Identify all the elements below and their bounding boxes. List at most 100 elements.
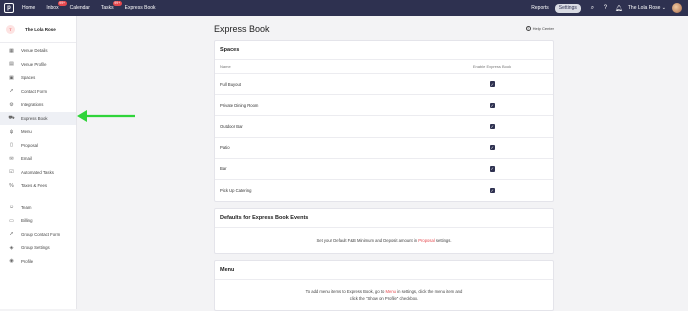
sidebar-item-venue-details[interactable]: ▦ Venue Details <box>0 44 76 58</box>
enable-express-book-checkbox[interactable]: ✓ <box>489 123 495 130</box>
team-icon: ☺ <box>8 204 15 211</box>
sidebar-item-menu[interactable]: ψ Menu <box>0 125 76 139</box>
nav-calendar[interactable]: Calendar <box>70 5 90 11</box>
nav-express-book[interactable]: Express Book <box>125 5 156 11</box>
topbar-right: Reports Settings ⌕ ? 🔔︎ The Lola Rose ⌄ <box>531 0 682 16</box>
table-row: Bar ✓ <box>215 159 553 180</box>
space-name: Pick Up Catering <box>220 188 252 194</box>
enable-express-book-checkbox[interactable]: ✓ <box>489 166 495 172</box>
percent-icon: % <box>9 182 14 189</box>
menu-card-text: To add menu items to Express Book, go to… <box>215 280 553 310</box>
checklist-icon: ☑ <box>9 169 14 176</box>
sidebar-item-label: Email <box>21 156 32 162</box>
menu-settings-link[interactable]: Menu <box>386 289 396 294</box>
spaces-table-header: Name Enable Express Book <box>215 60 553 74</box>
search-icon[interactable]: ⌕ <box>589 5 596 12</box>
page-title: Express Book <box>214 24 270 34</box>
venue-switcher[interactable]: The Lola Rose ⌄ <box>628 5 666 11</box>
table-row: Patio ✓ <box>215 138 553 159</box>
nav-label: Inbox <box>46 5 59 11</box>
nav-inbox[interactable]: Inbox 99+ <box>46 1 67 11</box>
main-nav: Home Inbox 99+ Calendar Tasks 99+ Express … <box>22 1 167 11</box>
space-name: Private Dining Room <box>220 102 259 108</box>
profile-card-icon: ▤ <box>9 61 14 68</box>
cart-icon: ⛟ <box>8 114 15 121</box>
help-center-link[interactable]: ? Help Center <box>525 26 554 31</box>
defaults-card: Defaults for Express Book Events Set you… <box>214 208 554 255</box>
envelope-icon: ✉ <box>9 155 14 162</box>
gear-icon: ⚙ <box>9 101 14 108</box>
sidebar-item-email[interactable]: ✉ Email <box>0 152 76 166</box>
sidebar-item-label: Menu <box>21 129 32 135</box>
enable-express-book-checkbox[interactable]: ✓ <box>489 144 495 151</box>
sidebar-item-profile[interactable]: ◉ Profile <box>0 255 76 269</box>
sidebar-item-integrations[interactable]: ⚙ Integrations <box>0 98 76 112</box>
nav-label: Home <box>22 5 36 11</box>
app-logo-icon[interactable]: p <box>4 3 14 13</box>
sidebar-list: ▦ Venue Details ▤ Venue Profile ▣ Spaces ➚ Cont… <box>0 44 76 193</box>
help-center-label: Help Center <box>532 26 554 31</box>
venue-header: T The Lola Rose <box>0 16 76 43</box>
spaces-card-title: Spaces <box>215 41 553 60</box>
enable-express-book-checkbox[interactable]: ✓ <box>489 81 495 87</box>
enable-express-book-checkbox[interactable]: ✓ <box>489 102 495 109</box>
sidebar-item-label: Team <box>21 204 32 210</box>
notification-bell-icon[interactable]: 🔔︎ <box>615 5 623 12</box>
layers-icon: ◈ <box>9 244 14 251</box>
table-row: Full Buyout ✓ <box>215 74 553 96</box>
sidebar-item-label: Group Contact Form <box>21 231 61 237</box>
cursor-icon: ➚ <box>9 231 14 238</box>
spaces-card: Spaces Name Enable Express Book Full Buy… <box>214 40 554 203</box>
defaults-card-text: Set your Default F&B Minimum and Deposit… <box>215 228 553 253</box>
defaults-text-after: settings. <box>434 238 452 244</box>
sidebar-item-label: Automated Tasks <box>21 169 54 175</box>
sidebar-item-contact-form[interactable]: ➚ Contact Form <box>0 85 76 99</box>
help-circle-icon: ? <box>525 26 531 31</box>
sidebar-item-label: Contact Form <box>21 88 48 94</box>
menu-card-title: Menu <box>215 261 553 281</box>
space-name: Bar <box>220 166 227 172</box>
table-row: Pick Up Catering ✓ <box>215 180 553 201</box>
settings-sidebar: T The Lola Rose ▦ Venue Details ▤ Venue Pro… <box>0 16 77 309</box>
building-icon: ▦ <box>9 47 14 54</box>
sidebar-item-automated-tasks[interactable]: ☑ Automated Tasks <box>0 166 76 180</box>
credit-card-icon: ▭ <box>9 217 14 224</box>
sidebar-item-label: Express Book <box>21 115 48 121</box>
space-name: Full Buyout <box>220 81 241 87</box>
sidebar-item-label: Integrations <box>21 102 44 108</box>
sidebar-item-label: Spaces <box>21 75 36 81</box>
sidebar-item-express-book[interactable]: ⛟ Express Book <box>0 111 76 125</box>
menu-text-before: To add menu items to Express Book, go to <box>305 289 386 295</box>
menu-card: Menu To add menu items to Express Book, … <box>214 260 554 311</box>
inbox-count-badge: 99+ <box>57 1 67 6</box>
nav-tasks[interactable]: Tasks 99+ <box>101 1 122 11</box>
sidebar-item-group-settings[interactable]: ◈ Group Settings <box>0 241 76 255</box>
chevron-down-icon: ⌄ <box>661 5 666 11</box>
grid-icon: ▣ <box>9 74 14 81</box>
avatar[interactable] <box>672 3 682 13</box>
sidebar-item-group-contact-form[interactable]: ➚ Group Contact Form <box>0 228 76 242</box>
reports-link[interactable]: Reports <box>531 5 549 11</box>
sidebar-item-label: Proposal <box>21 142 38 148</box>
sidebar-item-proposal[interactable]: ▯ Proposal <box>0 139 76 153</box>
sidebar-item-venue-profile[interactable]: ▤ Venue Profile <box>0 58 76 72</box>
sidebar-item-label: Venue Profile <box>21 61 47 67</box>
sidebar-item-label: Profile <box>21 258 34 264</box>
enable-express-book-checkbox[interactable]: ✓ <box>489 187 495 194</box>
venue-name: The Lola Rose <box>25 27 56 32</box>
settings-button[interactable]: Settings <box>554 3 581 13</box>
sidebar-item-spaces[interactable]: ▣ Spaces <box>0 71 76 85</box>
sidebar-item-taxes-fees[interactable]: % Taxes & Fees <box>0 179 76 193</box>
tasks-count-badge: 99+ <box>112 1 122 6</box>
sidebar-item-billing[interactable]: ▭ Billing <box>0 214 76 228</box>
sidebar-item-label: Taxes & Fees <box>21 183 48 189</box>
sidebar-item-team[interactable]: ☺ Team <box>0 201 76 215</box>
proposal-settings-link[interactable]: Proposal <box>418 238 435 243</box>
nav-home[interactable]: Home <box>22 5 35 11</box>
column-header-name: Name <box>220 64 231 69</box>
venue-switcher-label: The Lola Rose <box>627 5 661 11</box>
table-row: Private Dining Room ✓ <box>215 95 553 117</box>
help-icon[interactable]: ? <box>602 5 609 11</box>
space-name: Outdoor Bar <box>220 123 243 129</box>
annotation-arrow <box>77 110 135 122</box>
